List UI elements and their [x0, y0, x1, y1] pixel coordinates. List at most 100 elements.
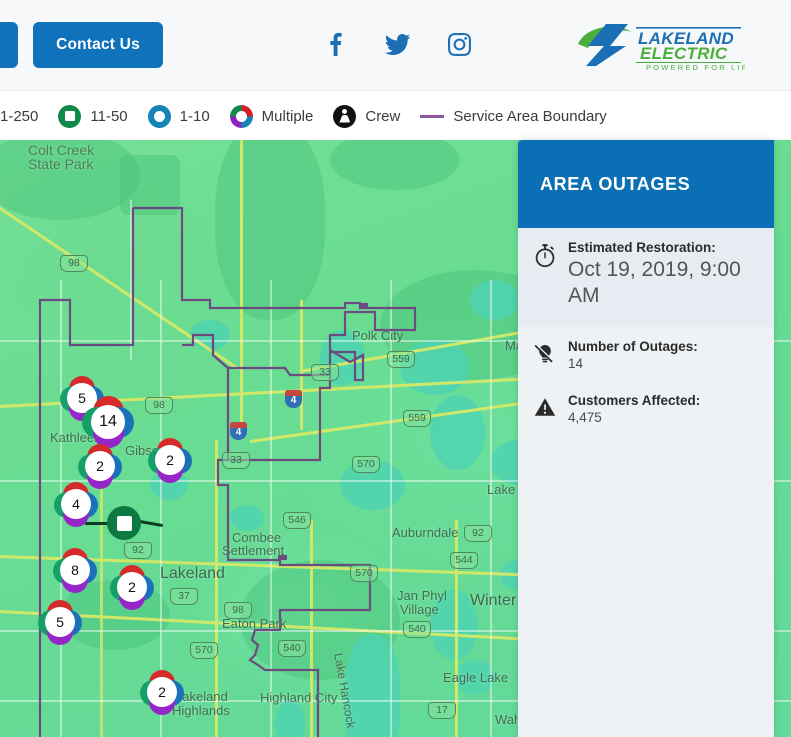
- route-shield: 570: [190, 642, 218, 659]
- cluster-count: 2: [85, 451, 115, 481]
- cluster-count: 2: [147, 677, 177, 707]
- map-road: [300, 300, 303, 430]
- map-label: State Park: [28, 156, 94, 172]
- legend-label-4: Crew: [365, 107, 401, 125]
- map-legend: 1-250 11-50 1-10 Multiple Crew Service A…: [0, 92, 791, 140]
- crew-marker-icon: [107, 506, 141, 540]
- outage-bulb-icon: [532, 339, 558, 371]
- map-label: Polk City: [352, 328, 404, 343]
- twitter-icon[interactable]: [384, 31, 410, 57]
- interstate-shield: 4: [285, 390, 302, 408]
- route-shield: 98: [60, 255, 88, 272]
- legend-label-1: 11-50: [90, 107, 128, 125]
- route-shield: 98: [145, 397, 173, 414]
- ring-marker-icon: [147, 104, 171, 128]
- boundary-line-icon: [420, 114, 445, 118]
- crew-person-icon: [333, 104, 357, 128]
- cluster-count: 14: [91, 405, 125, 439]
- estimated-restoration-label: Estimated Restoration:: [568, 240, 716, 255]
- panel-header: AREA OUTAGES: [518, 140, 774, 228]
- multi-color-ring-icon: [229, 104, 253, 128]
- route-shield: 37: [170, 588, 198, 605]
- legend-item-crew: Crew: [333, 104, 420, 128]
- legend-item-multiple: Multiple: [229, 104, 334, 128]
- stopwatch-icon: [532, 240, 558, 309]
- map-water: [230, 505, 264, 531]
- cluster-count: 4: [61, 489, 91, 519]
- map-label: Auburndale: [392, 525, 459, 540]
- customers-affected-label: Customers Affected:: [568, 393, 701, 409]
- outage-cluster-marker[interactable]: 2: [110, 565, 154, 610]
- map-label: Lake: [487, 482, 516, 497]
- number-of-outages-value: 14: [568, 356, 584, 372]
- legend-label-5: Service Area Boundary: [453, 107, 607, 125]
- route-shield: 559: [403, 410, 431, 427]
- map-water: [430, 395, 485, 470]
- estimated-restoration-value: Oct 19, 2019, 9:00 AM: [568, 258, 741, 308]
- site-header: Contact Us LAKELAND ELECTRIC POWERED FOR…: [0, 0, 791, 91]
- map-label: Eagle Lake: [443, 670, 509, 685]
- cluster-count: 8: [60, 555, 90, 585]
- route-shield: 540: [278, 640, 306, 657]
- route-shield: 546: [283, 512, 311, 529]
- warning-triangle-icon: [532, 393, 558, 425]
- route-shield: 540: [403, 621, 431, 638]
- map-label: Highland City: [260, 690, 338, 705]
- number-of-outages-label: Number of Outages:: [568, 339, 698, 355]
- customers-affected-body: Customers Affected: 4,475: [568, 393, 758, 425]
- interstate-shield: 4: [230, 422, 247, 440]
- outage-cluster-marker[interactable]: 2: [140, 670, 184, 715]
- logo-line2: ELECTRIC: [640, 44, 728, 63]
- route-shield: 559: [387, 351, 415, 368]
- route-shield: 92: [464, 525, 492, 542]
- legend-label-3: Multiple: [261, 107, 314, 125]
- map-road-minor: [160, 280, 162, 737]
- route-shield: 92: [124, 542, 152, 559]
- route-shield: 570: [350, 565, 378, 582]
- instagram-icon[interactable]: [446, 31, 472, 57]
- map-label: Lakeland: [160, 565, 225, 582]
- facebook-icon[interactable]: [322, 31, 348, 57]
- route-shield: 98: [224, 602, 252, 619]
- cluster-count: 5: [45, 607, 75, 637]
- route-shield: 544: [450, 552, 478, 569]
- outage-cluster-marker[interactable]: 8: [53, 548, 97, 593]
- cluster-count: 2: [155, 445, 185, 475]
- map-water: [470, 280, 520, 320]
- outage-cluster-marker[interactable]: 5: [38, 600, 82, 645]
- map-label: Settlement: [222, 543, 285, 558]
- map-label: Jan Phyl: [397, 588, 447, 603]
- logo-tagline: POWERED FOR LIFE: [646, 63, 745, 72]
- crew-marker[interactable]: [85, 506, 164, 540]
- map-landcover: [120, 155, 180, 215]
- outage-map-page: Contact Us LAKELAND ELECTRIC POWERED FOR…: [0, 0, 791, 737]
- area-outages-panel: AREA OUTAGES Estimated Restoration: Oct …: [518, 140, 774, 737]
- map-road-minor: [130, 200, 132, 360]
- number-of-outages-row: Number of Outages: 14: [518, 327, 774, 381]
- partial-left-button[interactable]: [0, 22, 18, 68]
- legend-label-0: 1-250: [0, 107, 39, 125]
- map-road-minor: [490, 280, 492, 737]
- map-label: Village: [400, 602, 439, 617]
- map-road-minor: [270, 280, 272, 737]
- number-of-outages-body: Number of Outages: 14: [568, 339, 758, 371]
- map-water: [190, 320, 230, 350]
- lakeland-electric-logo[interactable]: LAKELAND ELECTRIC POWERED FOR LIFE: [570, 18, 754, 72]
- square-marker-icon: [58, 104, 82, 128]
- map-road-minor: [390, 280, 392, 737]
- legend-item-11-50: 11-50: [58, 104, 147, 128]
- route-shield: 570: [352, 456, 380, 473]
- customers-affected-value: 4,475: [568, 410, 602, 426]
- legend-label-2: 1-10: [179, 107, 210, 125]
- social-links: [322, 31, 472, 57]
- estimated-restoration-body: Estimated Restoration: Oct 19, 2019, 9:0…: [568, 240, 758, 309]
- outage-cluster-marker[interactable]: 14: [82, 396, 134, 448]
- outage-cluster-marker[interactable]: 4: [54, 482, 98, 527]
- outage-cluster-marker[interactable]: 2: [148, 438, 192, 483]
- panel-title: AREA OUTAGES: [540, 173, 691, 194]
- estimated-restoration-row: Estimated Restoration: Oct 19, 2019, 9:0…: [518, 228, 774, 328]
- legend-item-boundary: Service Area Boundary: [420, 108, 626, 125]
- customers-affected-row: Customers Affected: 4,475: [518, 381, 774, 435]
- legend-item-1-10: 1-10: [147, 104, 230, 128]
- contact-us-button[interactable]: Contact Us: [33, 22, 163, 68]
